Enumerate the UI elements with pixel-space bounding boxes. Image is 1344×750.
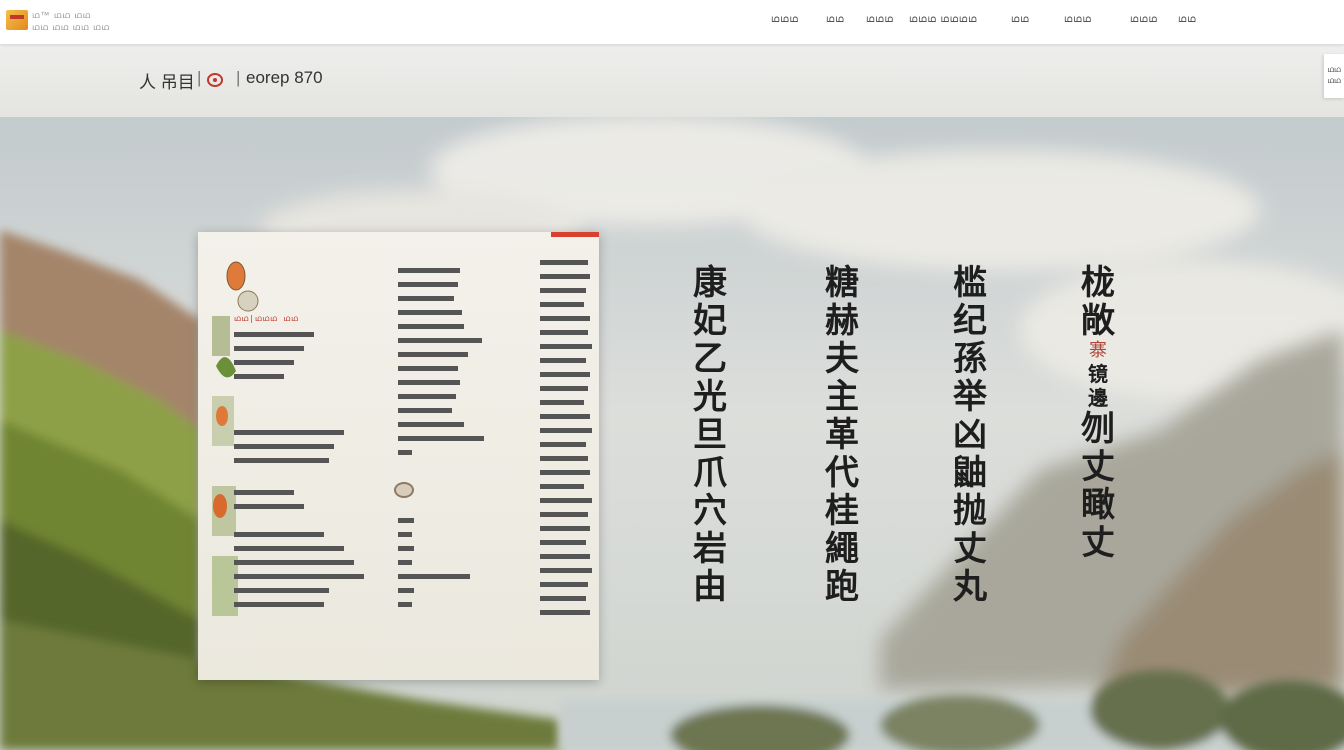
glyph: 凶	[953, 415, 987, 455]
glyph: 革	[825, 415, 859, 455]
glyph: 光	[693, 377, 727, 417]
site-logo[interactable]: ഥ™ ഥഥ ഥഥ ഥഥ ഥഥ ഥഥ ഥഥ	[6, 8, 110, 38]
red-seal-glyph: 寨	[1089, 340, 1107, 361]
breadcrumb-divider-2: |	[236, 68, 241, 87]
glyph: 主	[825, 377, 859, 417]
glyph: 瞰	[1081, 485, 1115, 525]
calligraphy-column-2: 糖 赫 夫 主 革 代 桂 繩 跑	[802, 264, 882, 606]
glyph: 鼬	[953, 453, 987, 493]
glyph: 跑	[825, 567, 859, 607]
glyph: 敞	[1081, 301, 1115, 341]
glyph: 槛	[953, 263, 987, 303]
nav-link-2[interactable]: ഥഥ	[826, 14, 844, 25]
nav-link-1[interactable]: ഥഥഥ	[771, 14, 799, 25]
glyph: 丈	[953, 529, 987, 569]
top-navigation-bar: ഥ™ ഥഥ ഥഥ ഥഥ ഥഥ ഥഥ ഥഥ ഥഥഥ ഥഥ ഥഥഥ ഥഥഥ ഥഥഥഥ…	[0, 0, 1344, 44]
breadcrumb-divider: |	[197, 68, 202, 87]
nav-link-7[interactable]: ഥഥഥ	[1130, 14, 1158, 25]
glyph: 赫	[825, 301, 859, 341]
glyph: 旦	[693, 415, 727, 455]
glyph: 栊	[1081, 263, 1115, 303]
manuscript-card[interactable]: ഥഥ|ഥഥഥ ഥഥ	[198, 232, 599, 680]
seal-icon	[206, 72, 224, 88]
glyph: 桂	[825, 491, 859, 531]
glyph: 由	[693, 567, 727, 607]
glyph: 岩	[693, 529, 727, 569]
glyph: 刎	[1081, 409, 1115, 449]
glyph: 夫	[825, 339, 859, 379]
calligraphy-column-3: 槛 纪 孫 举 凶 鼬 抛 丈 丸	[930, 264, 1010, 606]
breadcrumb-page-title: eorep 870	[246, 68, 323, 87]
nav-link-5[interactable]: ഥഥ	[1011, 14, 1029, 25]
glyph: 爪	[693, 453, 727, 493]
glyph: 举	[953, 377, 987, 417]
card-stamp-icon	[394, 482, 414, 498]
glyph: 妃	[693, 301, 727, 341]
glyph: 镜	[1088, 362, 1108, 386]
logo-mark-icon	[6, 10, 28, 30]
glyph: 抛	[953, 491, 987, 531]
glyph: 丈	[1081, 523, 1115, 563]
nav-link-4[interactable]: ഥഥഥ ഥഥഥഥ	[909, 14, 977, 25]
side-float-button[interactable]: ഥഥ ഥഥ	[1324, 54, 1344, 98]
page-subheader: 人 吊目 | | eorep 870	[0, 44, 1344, 117]
glyph: 糖	[825, 263, 859, 303]
glyph: 孫	[953, 339, 987, 379]
glyph: 康	[693, 263, 727, 303]
glyph: 乙	[693, 339, 727, 379]
calligraphy-column-4: 栊 敞 寨 镜 邊 刎 丈 瞰 丈	[1058, 264, 1138, 562]
nav-link-6[interactable]: ഥഥഥ	[1064, 14, 1092, 25]
glyph: 繩	[825, 529, 859, 569]
calligraphy-column-1: 康 妃 乙 光 旦 爪 穴 岩 由	[670, 264, 750, 606]
nav-link-8[interactable]: ഥഥ	[1178, 14, 1196, 25]
glyph: 邊	[1088, 386, 1108, 410]
nav-link-3[interactable]: ഥഥഥ	[866, 14, 894, 25]
logo-text-line1: ഥ™ ഥഥ ഥഥ	[32, 10, 92, 20]
logo-text-line2: ഥഥ ഥഥ ഥഥ ഥഥ	[32, 22, 110, 32]
glyph: 丸	[953, 567, 987, 607]
glyph: 纪	[953, 301, 987, 341]
glyph: 丈	[1081, 447, 1115, 487]
glyph: 穴	[693, 491, 727, 531]
glyph: 代	[825, 453, 859, 493]
breadcrumb-section[interactable]: 人 吊目	[139, 68, 195, 93]
